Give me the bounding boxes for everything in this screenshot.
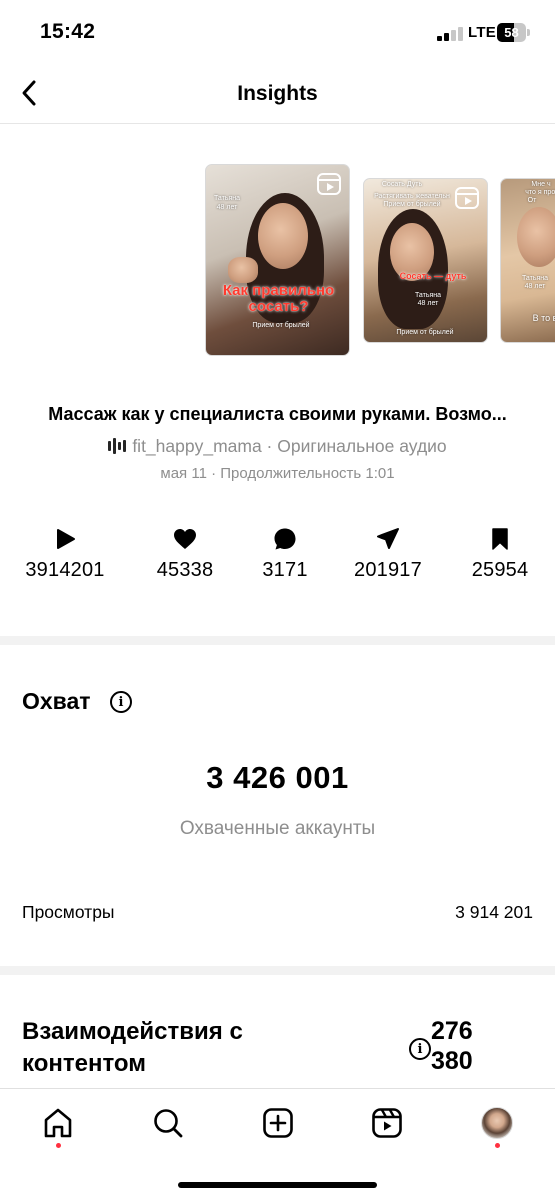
reel-thumbnail[interactable]: Сосать Дуть Растягивать жевательн Прием … (363, 178, 488, 343)
notification-dot (56, 1143, 61, 1148)
reach-caption: Охваченные аккаунты (179, 818, 376, 839)
thumb-headline: Сосать — дуть (399, 271, 467, 281)
thumb-headline: Как правильно сосать? (222, 282, 335, 315)
thumb-top-label: Мне ч (531, 181, 551, 188)
reach-title: Охват (22, 688, 91, 714)
thumb-top-label-3: От (527, 197, 537, 204)
thumb-subline: Прием от брылей (252, 322, 310, 329)
post-caption: Массаж как у специалиста своими руками. … (48, 404, 507, 424)
stat-shares: 201917 (333, 526, 443, 582)
post-author-label: fit_happy_mama · Оригинальное аудио (132, 436, 447, 456)
create-icon (263, 1108, 293, 1138)
views-label: Просмотры (22, 902, 115, 922)
notification-dot (495, 1143, 500, 1148)
status-bar: 15:42 LTE 58 (0, 0, 555, 66)
thumb-age-label: 48 лет (216, 204, 238, 211)
play-icon (57, 529, 75, 549)
battery-level: 58 (504, 25, 519, 40)
tab-home[interactable] (38, 1103, 78, 1143)
thumb-bottom-label: Прием от брылей (396, 329, 454, 336)
thumb-top-label-2: что я прос (525, 189, 555, 196)
tab-search[interactable] (148, 1103, 188, 1143)
interactions-title: Взаимодействия с контентом (22, 1018, 243, 1077)
thumb-name-label: Татьяна (414, 292, 442, 299)
section-divider (0, 636, 555, 645)
audio-wave-icon (108, 438, 126, 454)
search-icon (154, 1109, 183, 1138)
bookmark-icon (492, 528, 508, 550)
info-icon[interactable]: i (409, 1038, 431, 1060)
stat-value: 45338 (156, 559, 214, 581)
views-value: 3 914 201 (455, 902, 533, 922)
home-icon (44, 1108, 72, 1138)
stat-likes: 45338 (130, 526, 240, 582)
stats-row: 3914201 45338 3171 201917 25954 (0, 526, 555, 586)
thumb-name-label: Татьяна (521, 275, 549, 282)
stat-value: 201917 (354, 559, 422, 581)
stat-value: 3914201 (25, 559, 105, 581)
interactions-value: 276 380 (431, 1017, 473, 1075)
thumb-sub-label: Прием от брылей (383, 201, 441, 208)
reels-icon (455, 187, 479, 209)
battery-icon: 58 (497, 23, 530, 42)
signal-icon (437, 27, 463, 41)
section-divider (0, 966, 555, 975)
home-indicator (178, 1182, 377, 1188)
avatar (481, 1107, 513, 1139)
reels-carousel[interactable]: Татьяна 48 лет Как правильно сосать? При… (0, 124, 555, 384)
thumb-age-label: 48 лет (524, 283, 546, 290)
stat-saves: 25954 (445, 526, 555, 582)
reel-thumbnail[interactable]: Мне ч что я прос От Татьяна 48 лет В то … (500, 178, 555, 343)
reels-icon (372, 1108, 402, 1138)
reach-number: 3 426 001 (206, 760, 349, 795)
tab-reels[interactable] (367, 1103, 407, 1143)
reels-icon (317, 173, 341, 195)
thumb-name-label: Татьяна (213, 195, 241, 202)
stat-comments: 3171 (230, 526, 340, 582)
thumb-bottom-label: В то в (532, 313, 555, 323)
comment-icon (274, 528, 296, 550)
nav-header: Insights (0, 66, 555, 124)
thumb-age-label: 48 лет (417, 300, 439, 307)
thumb-top-label: Сосать Дуть (381, 181, 423, 188)
stat-plays: 3914201 (10, 526, 120, 582)
tab-profile[interactable] (477, 1103, 517, 1143)
share-icon (377, 528, 399, 549)
stat-value: 3171 (262, 559, 308, 581)
info-icon[interactable]: i (110, 691, 132, 713)
status-time: 15:42 (40, 20, 96, 43)
reel-thumbnail[interactable]: Татьяна 48 лет Как правильно сосать? При… (205, 164, 350, 356)
tab-create[interactable] (258, 1103, 298, 1143)
thumb-mid-label: Растягивать жевательн (374, 193, 450, 200)
page-title: Insights (237, 82, 318, 105)
post-date: мая 11 · Продолжительность 1:01 (160, 465, 395, 482)
stat-value: 25954 (471, 559, 529, 581)
network-type: LTE (468, 24, 497, 41)
post-author[interactable]: fit_happy_mama · Оригинальное аудио (0, 436, 555, 457)
heart-icon (174, 529, 196, 549)
